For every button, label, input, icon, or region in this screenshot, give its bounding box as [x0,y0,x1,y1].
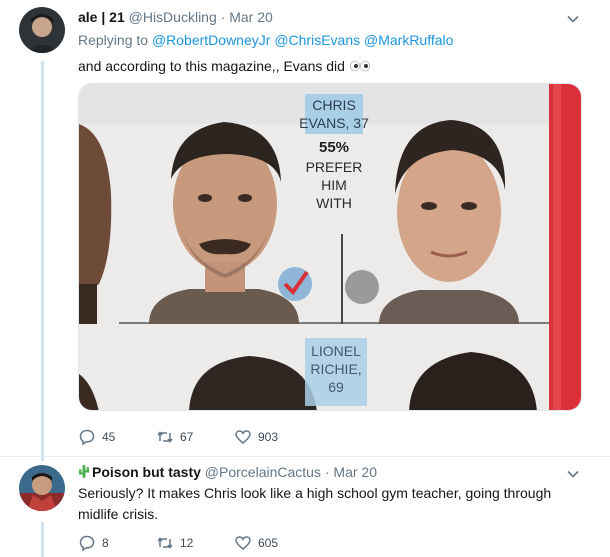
separator-dot: · [324,464,330,480]
avatar[interactable] [19,465,65,511]
media-prefer-text: HIM [321,177,347,193]
media-label-2: 69 [328,379,344,395]
media-label-name: EVANS, 37 [299,115,369,131]
tweet-date[interactable]: Mar 20 [229,9,273,25]
media-prefer-text: PREFER [306,159,363,175]
reply-icon [79,535,95,552]
cactus-emoji-icon [79,465,89,478]
heart-icon [235,536,251,550]
media-label-2: LIONEL [311,343,361,359]
like-button[interactable]: 903 [234,428,312,446]
like-count: 605 [258,536,279,550]
eyes-emoji-icon [350,60,370,72]
tweet-media-image[interactable]: CHRIS EVANS, 37 55% PREFER HIM WITH LION… [78,83,582,411]
media-label-name: CHRIS [312,97,356,113]
avatar[interactable] [19,7,65,53]
mention-link[interactable]: @MarkRuffalo [364,32,453,48]
user-handle[interactable]: @PorcelainCactus [205,464,321,480]
tweet-divider [0,456,610,457]
magazine-photo: CHRIS EVANS, 37 55% PREFER HIM WITH LION… [79,84,581,410]
reply-count: 8 [102,536,109,550]
user-handle[interactable]: @HisDuckling [129,9,217,25]
thread-connector-line [41,522,44,557]
display-name[interactable]: Poison but tasty [92,464,201,480]
tweet-text: Seriously? It makes Chris look like a hi… [78,485,552,522]
replying-to: Replying to @RobertDowneyJr @ChrisEvans … [78,32,453,48]
tweet-header: ale | 21 @HisDuckling · Mar 20 [78,9,273,25]
tweet-actions: 45 67 903 [78,428,312,446]
like-count: 903 [258,430,279,444]
reply-icon [79,429,95,446]
media-percent: 55% [319,139,349,156]
retweet-button[interactable]: 67 [156,428,234,446]
reply-button[interactable]: 8 [78,534,156,552]
retweet-count: 12 [180,536,194,550]
tweet-text: and according to this magazine,, Evans d… [78,56,371,77]
tweet-header: Poison but tasty @PorcelainCactus · Mar … [78,464,377,480]
tweet-text-content: and according to this magazine,, Evans d… [78,58,345,74]
reply-button[interactable]: 45 [78,428,156,446]
reply-count: 45 [102,430,116,444]
retweet-button[interactable]: 12 [156,534,234,552]
mention-link[interactable]: @ChrisEvans [274,32,360,48]
display-name[interactable]: ale | 21 [78,9,125,25]
like-button[interactable]: 605 [234,534,312,552]
retweet-icon [157,431,173,443]
separator-dot: · [220,9,226,25]
chevron-down-icon[interactable] [566,12,580,26]
retweet-count: 67 [180,430,194,444]
tweet-actions: 8 12 605 [78,534,312,552]
tweet-date[interactable]: Mar 20 [333,464,377,480]
mention-link[interactable]: @RobertDowneyJr [152,32,270,48]
replying-label: Replying to [78,32,149,48]
heart-icon [235,430,251,444]
media-prefer-text: WITH [316,195,352,211]
chevron-down-icon[interactable] [566,467,580,481]
retweet-icon [157,537,173,549]
media-label-2: RICHIE, [310,361,361,377]
